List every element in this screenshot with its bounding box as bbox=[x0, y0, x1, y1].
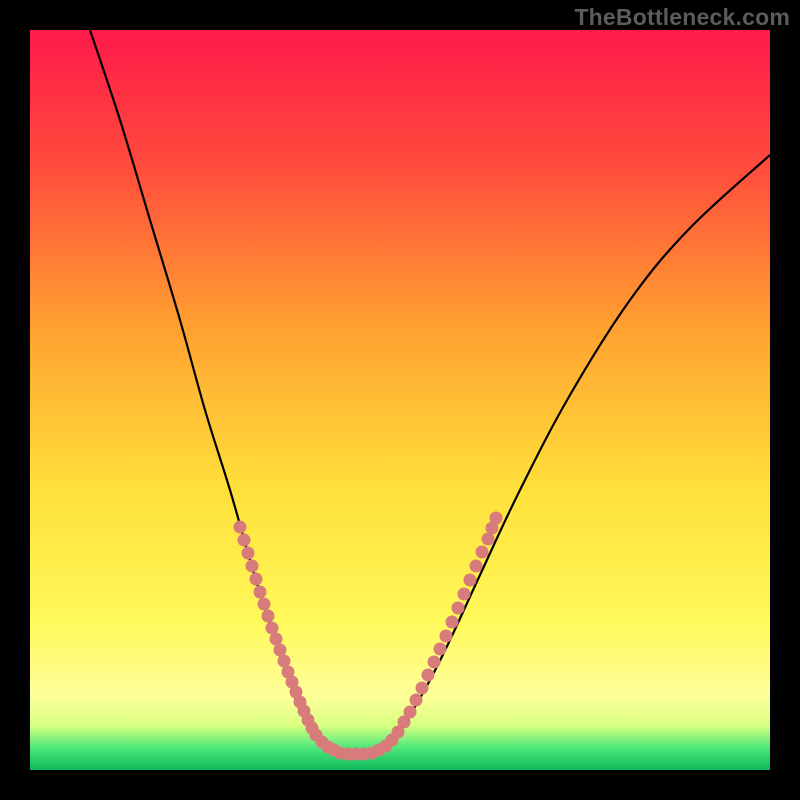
data-dot bbox=[458, 588, 471, 601]
data-dot bbox=[242, 547, 255, 560]
data-dot bbox=[446, 616, 459, 629]
data-dot bbox=[470, 560, 483, 573]
data-dot bbox=[410, 694, 423, 707]
data-dot bbox=[238, 534, 251, 547]
data-dot bbox=[476, 546, 489, 559]
plot-area bbox=[30, 30, 770, 770]
watermark-text: TheBottleneck.com bbox=[574, 4, 790, 31]
data-dot bbox=[464, 574, 477, 587]
data-dot bbox=[490, 512, 503, 525]
data-dot bbox=[404, 706, 417, 719]
data-dot bbox=[234, 521, 247, 534]
data-dot bbox=[440, 630, 453, 643]
data-dot bbox=[246, 560, 259, 573]
data-dot bbox=[250, 573, 263, 586]
data-dot bbox=[258, 598, 271, 611]
data-dot bbox=[428, 656, 441, 669]
data-dot bbox=[452, 602, 465, 615]
bottleneck-curve bbox=[30, 30, 770, 770]
data-dot bbox=[434, 643, 447, 656]
data-dot bbox=[422, 669, 435, 682]
data-dot bbox=[416, 682, 429, 695]
data-dot bbox=[262, 610, 275, 623]
data-dot bbox=[254, 586, 267, 599]
